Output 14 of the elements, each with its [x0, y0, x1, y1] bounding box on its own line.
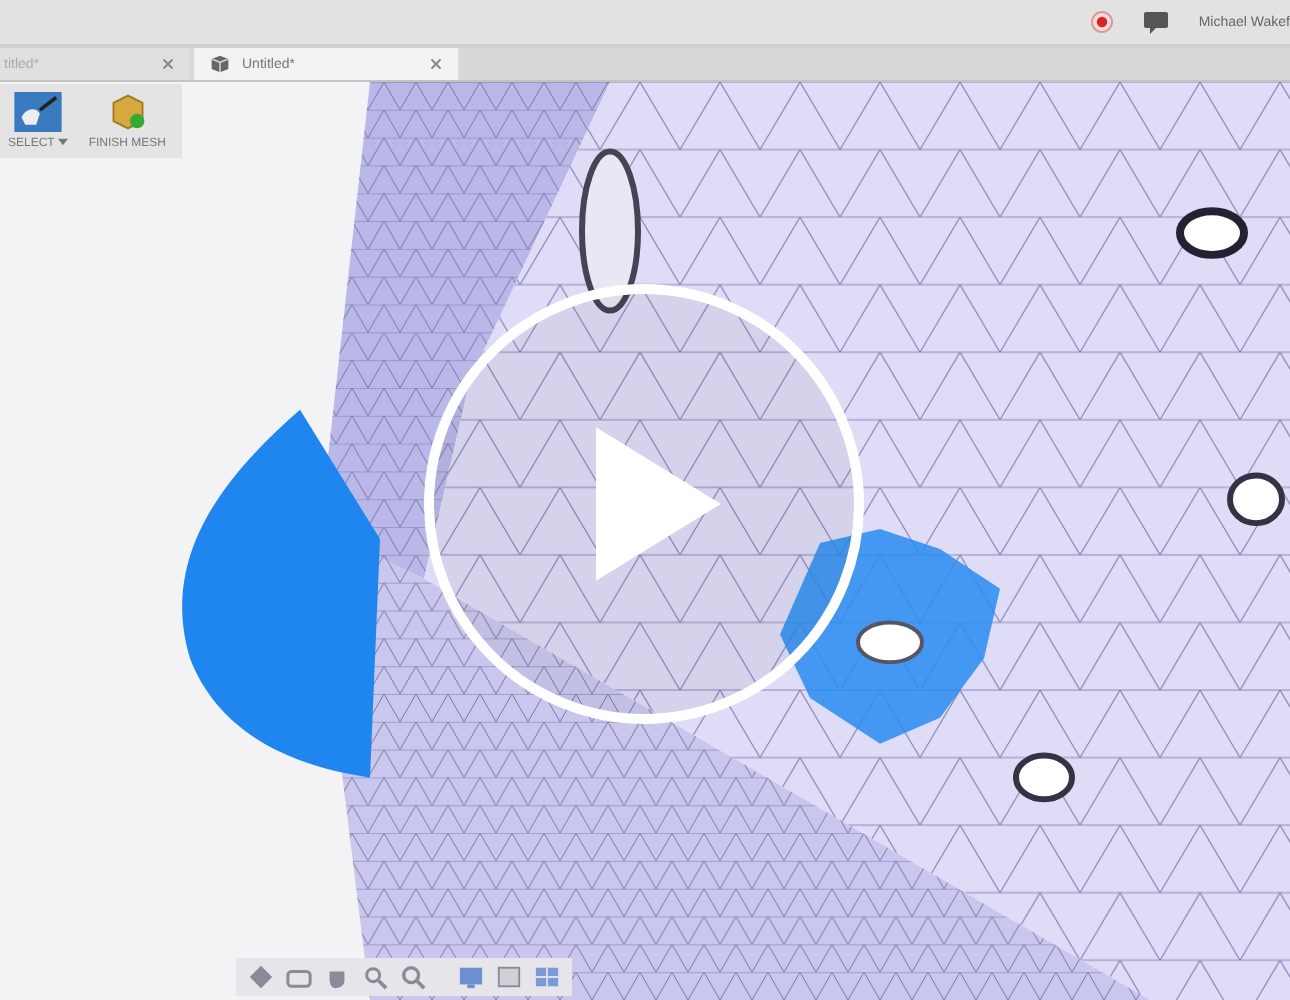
record-icon[interactable] [1090, 10, 1115, 34]
select-tool-icon [12, 92, 65, 132]
panel-icon[interactable] [496, 964, 522, 990]
caret-icon [58, 138, 69, 146]
cube-icon [210, 54, 230, 74]
chat-icon[interactable] [1142, 10, 1171, 34]
close-icon[interactable] [162, 58, 174, 70]
orbit-icon[interactable] [248, 964, 274, 990]
grid-icon[interactable] [534, 964, 560, 990]
close-icon[interactable] [430, 58, 442, 70]
play-button[interactable] [424, 284, 864, 724]
display-icon[interactable] [458, 964, 484, 990]
search-icon[interactable] [400, 964, 426, 990]
zoom-icon[interactable] [362, 964, 388, 990]
